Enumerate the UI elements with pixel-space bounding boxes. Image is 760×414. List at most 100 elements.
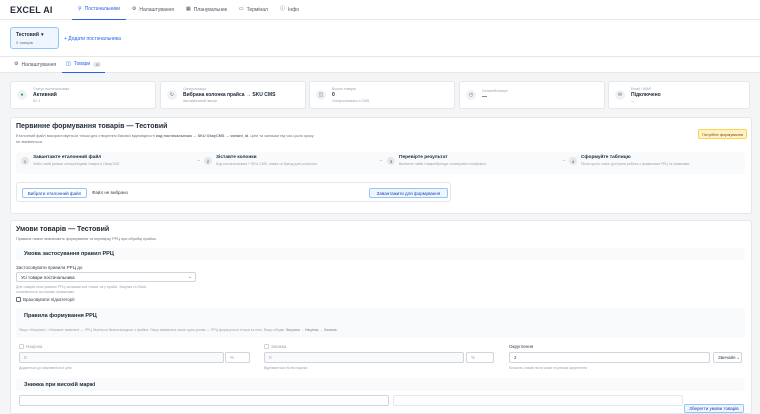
app-logo: EXCEL AI bbox=[10, 4, 53, 15]
subtab-products[interactable]: ◫ Товари 0 bbox=[62, 57, 106, 73]
step-number: 4 bbox=[569, 157, 577, 165]
subtab-settings-label: Налаштування bbox=[21, 61, 57, 68]
step-1: 1 Завантажте еталонний файл Файл, який ра… bbox=[21, 155, 120, 166]
step-title: Сформуйте таблицю bbox=[581, 155, 631, 160]
stat-sub: — bbox=[631, 99, 635, 103]
discount-input[interactable]: 0 bbox=[264, 352, 464, 363]
supplier-subtabs: ⚙ Налаштування ◫ Товари 0 bbox=[0, 57, 760, 73]
subcategories-checkbox[interactable] bbox=[16, 297, 21, 302]
step-desc: Файл, який раніше синхронізував товари в… bbox=[33, 162, 120, 166]
status-icon: ● bbox=[17, 90, 27, 100]
subtab-products-label: Товари bbox=[73, 61, 91, 67]
supplier-product-count: 0 товарів bbox=[16, 40, 33, 45]
step-number: 2 bbox=[204, 157, 212, 165]
subtab-settings[interactable]: ⚙ Налаштування bbox=[10, 57, 60, 73]
step-desc: Визначте зайві товари/бренди та виправте… bbox=[399, 162, 487, 166]
apply-rrc-hint-2: оновлюються за іншими правилами. bbox=[16, 290, 76, 294]
initial-formation-title: Первинне формування товарів — Тестовий bbox=[16, 123, 168, 130]
step-title: Зіставте колонки bbox=[216, 155, 257, 160]
rounding-hint: Кількість знаків після коми та режим окр… bbox=[509, 366, 588, 370]
apply-rrc-select[interactable]: Усі товари постачальника ⌄ bbox=[16, 272, 196, 282]
stat-value: 0 bbox=[332, 92, 335, 98]
gear-icon: ⚙ bbox=[14, 61, 19, 67]
step-title: Перевірте результат bbox=[399, 155, 448, 160]
conditions-title: Умови товарів — Тестовий bbox=[16, 226, 110, 233]
stat-card-status: ● Статус постачальника Активний ID: 1 bbox=[10, 81, 156, 109]
discount-unit-select[interactable]: % bbox=[466, 352, 494, 363]
stat-sub: Синхронізовано з CMS bbox=[332, 99, 370, 103]
markup-checkbox[interactable] bbox=[19, 344, 24, 349]
rounding-mode-value: Звичайн bbox=[718, 355, 736, 360]
save-conditions-button[interactable]: Зберегти умови товарів bbox=[684, 404, 744, 413]
top-navigation-bar: EXCEL AI ⚲ Постачальники ⚙ Налаштування … bbox=[0, 0, 760, 20]
stat-label: Останній імпорт bbox=[482, 89, 509, 93]
stat-card-email: ✉ Email / IMAP Підключено — bbox=[608, 81, 750, 109]
mail-icon: ✉ bbox=[615, 90, 625, 100]
arrow-right-icon: → bbox=[561, 157, 566, 163]
tab-info[interactable]: ⓘ Інфо bbox=[274, 0, 305, 20]
high-margin-section bbox=[16, 378, 745, 391]
tab-settings-label: Налаштування bbox=[139, 6, 174, 13]
conditions-desc: Правила нижче визначають формування та п… bbox=[16, 237, 157, 241]
products-count-badge: 0 bbox=[93, 61, 102, 67]
box-icon: ◫ bbox=[66, 60, 71, 67]
stat-sub: ID: 1 bbox=[33, 99, 41, 103]
tab-suppliers[interactable]: ⚲ Постачальники bbox=[72, 0, 126, 20]
select-reference-file-button[interactable]: Вибрати еталонний файл bbox=[22, 188, 87, 198]
step-number: 1 bbox=[21, 157, 29, 165]
upload-for-formation-button[interactable]: Завантажити для формування bbox=[369, 188, 448, 198]
high-margin-input[interactable] bbox=[19, 395, 389, 406]
step-desc: Код постачальника + SKU CMS, назва та бр… bbox=[216, 162, 318, 166]
step-4: 4 Сформуйте таблицю Після цього стане дос… bbox=[569, 155, 690, 166]
stat-value: Підключено bbox=[631, 92, 661, 98]
stat-label: Всього товарів bbox=[332, 87, 356, 91]
rrc-rules-section bbox=[16, 308, 745, 338]
markup-label: Націнка bbox=[26, 344, 43, 349]
discount-hint: Віднімається після націнки bbox=[264, 366, 308, 370]
arrow-right-icon: → bbox=[378, 157, 383, 163]
supplier-name: Тестовий bbox=[16, 32, 39, 38]
rrc-rules-title: Правила формування РРЦ bbox=[24, 313, 97, 319]
stat-sub: Автоматичний імпорт bbox=[183, 99, 218, 103]
add-supplier-link[interactable]: + Додати постачальника bbox=[64, 36, 121, 42]
stat-value: Вибрана колонка прайса → SKU CMS bbox=[183, 92, 276, 98]
rrc-rules-hint: Якщо «Націнка» і «Знижка» вимкнені — РРЦ… bbox=[19, 328, 338, 332]
step-number: 3 bbox=[387, 157, 395, 165]
rounding-input[interactable]: 2 bbox=[509, 352, 710, 363]
discount-checkbox[interactable] bbox=[264, 344, 269, 349]
rounding-label: Округлення bbox=[509, 344, 534, 349]
apply-rrc-value: Усі товари постачальника bbox=[21, 274, 75, 280]
rrc-section-header bbox=[16, 248, 745, 260]
markup-input[interactable]: 0 bbox=[19, 352, 224, 363]
high-margin-input-2[interactable] bbox=[393, 395, 683, 406]
terminal-icon: ▭ bbox=[238, 6, 244, 12]
gear-icon: ⚙ bbox=[131, 6, 137, 12]
markup-hint: Додається до закупівельної ціни bbox=[19, 366, 72, 370]
chevron-down-icon: ▾ bbox=[40, 32, 44, 38]
markup-unit-select[interactable]: % bbox=[225, 352, 250, 363]
tab-suppliers-label: Постачальники bbox=[84, 6, 120, 12]
chevron-down-icon: ⌄ bbox=[736, 355, 740, 360]
status-badge: Потрібне формування bbox=[698, 129, 748, 139]
stat-label: Синхронізація bbox=[183, 87, 206, 91]
stat-card-last-import: ◷ Останній імпорт — bbox=[459, 81, 605, 109]
initial-formation-desc-2: не змінюються. bbox=[16, 140, 43, 144]
rrc-section-title: Умова застосування правил РРЦ bbox=[24, 251, 114, 257]
info-icon: ⓘ bbox=[279, 6, 285, 12]
step-3: 3 Перевірте результат Визначте зайві това… bbox=[387, 155, 487, 166]
step-title: Завантажте еталонний файл bbox=[33, 155, 102, 160]
stat-value: Активний bbox=[33, 92, 57, 98]
high-margin-title: Знижка при високій маржі bbox=[24, 382, 96, 388]
tab-settings[interactable]: ⚙ Налаштування bbox=[126, 0, 180, 20]
stat-card-products: ◫ Всього товарів 0 Синхронізовано з CMS bbox=[309, 81, 455, 109]
tab-scheduler[interactable]: ▦ Планувальник bbox=[180, 0, 233, 20]
supplier-card[interactable]: Тестовий ▾ 0 товарів bbox=[10, 27, 59, 49]
rounding-mode-select[interactable]: Звичайн ⌄ bbox=[713, 352, 742, 363]
stat-label: Статус постачальника bbox=[33, 87, 70, 91]
tab-info-label: Інфо bbox=[287, 6, 300, 13]
tab-terminal-label: Термінал bbox=[246, 6, 268, 13]
apply-rrc-label: Застосовувати правила РРЦ до bbox=[16, 265, 83, 270]
tab-terminal[interactable]: ▭ Термінал bbox=[233, 0, 274, 20]
step-2: 2 Зіставте колонки Код постачальника + SK… bbox=[204, 155, 318, 166]
arrow-right-icon: → bbox=[196, 157, 201, 163]
